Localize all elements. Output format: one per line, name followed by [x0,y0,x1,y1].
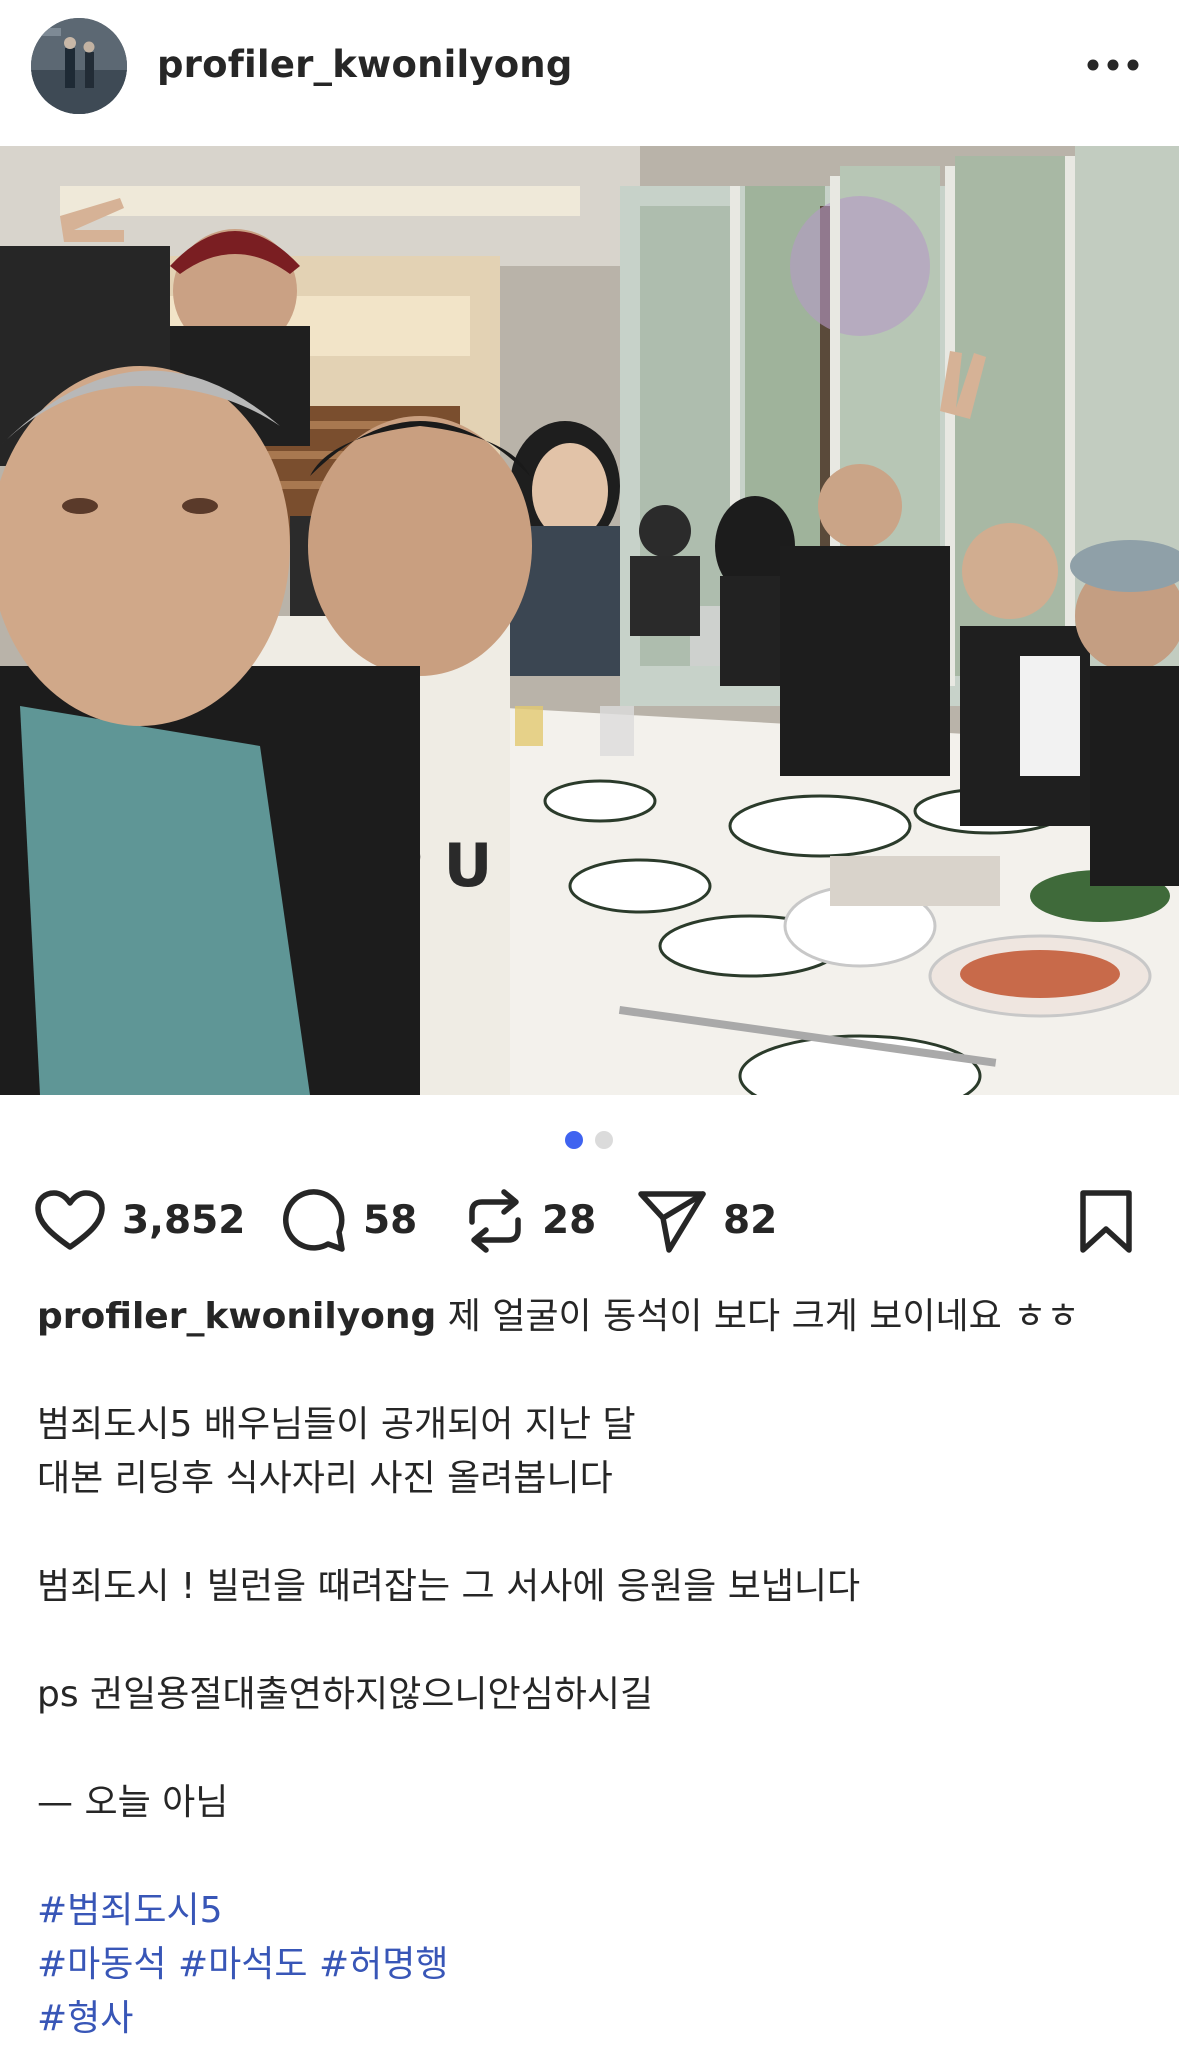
hashtag-link[interactable]: #형사 [37,1998,133,2039]
post-caption: profiler_kwonilyong 제 얼굴이 동석이 보다 크게 보이네요… [37,1290,1147,2046]
repost-button[interactable]: 28 [464,1186,596,1256]
caption-line: 범죄도시 ! 빌런을 때려잡는 그 서사에 응원을 보냅니다 [37,1566,861,1607]
caption-line: 범죄도시5 배우님들이 공개되어 지난 달 [37,1404,636,1445]
carousel-dot-active[interactable] [565,1131,583,1149]
comment-count: 58 [363,1198,418,1243]
hashtag-link[interactable]: #마동석 [37,1944,167,1985]
post-photo[interactable]: UP U [0,146,1179,1095]
bookmark-button[interactable] [1078,1189,1134,1255]
restaurant-group-photo: UP U [0,146,1179,1095]
hashtag-link[interactable]: #허명행 [319,1944,449,1985]
hashtag-line: #범죄도시5 [37,1884,1147,1938]
heart-icon [35,1190,105,1250]
caption-first-line: profiler_kwonilyong 제 얼굴이 동석이 보다 크게 보이네요… [37,1290,1147,1344]
caption-blank-line [37,1830,1147,1884]
hashtag-line: #형사 [37,1992,1147,2046]
caption-text: 제 얼굴이 동석이 보다 크게 보이네요 ㅎㅎ [447,1296,1080,1337]
carousel-indicator [0,1131,1179,1149]
hashtag-link[interactable]: #범죄도시5 [37,1890,223,1931]
like-count: 3,852 [122,1198,246,1243]
post-username[interactable]: profiler_kwonilyong [157,40,573,90]
caption-username[interactable]: profiler_kwonilyong [37,1296,436,1337]
caption-blank-line [37,1722,1147,1776]
repost-icon [469,1189,521,1253]
comment-bubble-icon [283,1189,345,1252]
caption-line: 대본 리딩후 식사자리 사진 올려봅니다 [37,1458,613,1499]
share-button[interactable]: 82 [637,1186,777,1256]
hashtag-line: #마동석 #마석도 #허명행 [37,1938,1147,1992]
caption-blank-line [37,1614,1147,1668]
bookmark-icon [1080,1190,1132,1253]
action-bar: 3,852 58 28 82 [0,1186,1179,1256]
repost-count: 28 [542,1198,597,1243]
comment-button[interactable]: 58 [281,1186,417,1256]
carousel-dot[interactable] [595,1131,613,1149]
avatar[interactable] [31,18,127,114]
caption-blank-line [37,1344,1147,1398]
post-header: profiler_kwonilyong [0,0,1179,146]
caption-blank-line [37,1506,1147,1560]
more-options-button[interactable] [1080,45,1146,85]
share-count: 82 [723,1198,778,1243]
send-icon [638,1191,706,1253]
hashtag-link[interactable]: #마석도 [178,1944,308,1985]
more-horizontal-icon [1087,59,1139,71]
caption-line: — 오늘 아님 [37,1782,229,1823]
like-button[interactable]: 3,852 [34,1186,245,1256]
caption-line: ps 권일용절대출연하지않으니안심하시길 [37,1674,654,1715]
